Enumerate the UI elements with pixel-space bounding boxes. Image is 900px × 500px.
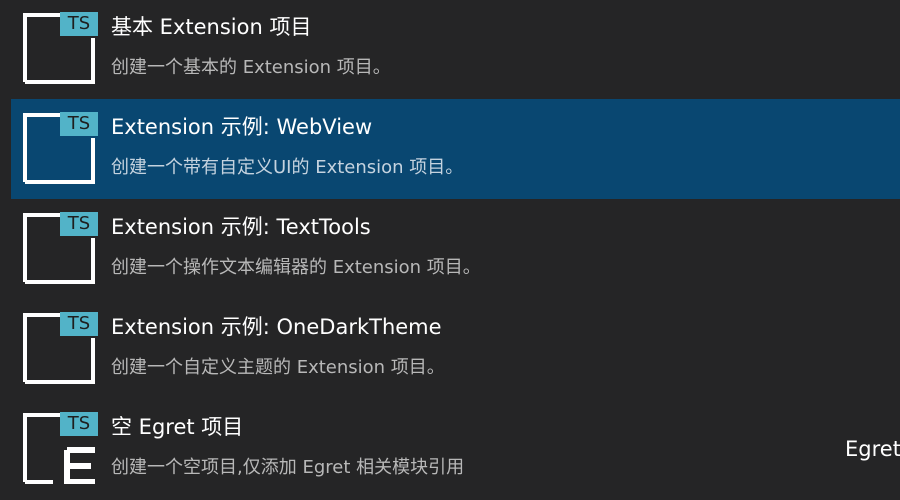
template-item-selected[interactable]: TS Extension 示例: WebView 创建一个带有自定义UI的 Ex… [11,99,900,199]
item-description: 创建一个自定义主题的 Extension 项目。 [111,357,445,378]
item-title: 基本 Extension 项目 [111,15,312,39]
ts-file-icon: TS [23,12,98,84]
ts-badge: TS [60,212,98,236]
item-description: 创建一个基本的 Extension 项目。 [111,57,391,78]
ts-file-icon: TS [23,312,98,384]
egret-ts-file-icon: TS [23,412,98,484]
item-title: Extension 示例: TextTools [111,215,371,239]
item-title: Extension 示例: OneDarkTheme [111,315,442,339]
template-list: TS 基本 Extension 项目 创建一个基本的 Extension 项目。… [0,0,900,500]
item-description: 创建一个空项目,仅添加 Egret 相关模块引用 [111,457,465,478]
item-description: 创建一个带有自定义UI的 Extension 项目。 [111,157,464,178]
ts-badge: TS [60,112,98,136]
ts-badge: TS [60,12,98,36]
ts-file-icon: TS [23,212,98,284]
template-item[interactable]: TS 空 Egret 项目 创建一个空项目,仅添加 Egret 相关模块引用 [11,399,900,499]
ts-badge: TS [60,412,98,436]
ts-file-icon: TS [23,112,98,184]
item-description: 创建一个操作文本编辑器的 Extension 项目。 [111,257,481,278]
template-item[interactable]: TS Extension 示例: OneDarkTheme 创建一个自定义主题的… [11,299,900,399]
ts-badge: TS [60,312,98,336]
template-item[interactable]: TS Extension 示例: TextTools 创建一个操作文本编辑器的 … [11,199,900,299]
item-title: 空 Egret 项目 [111,415,244,439]
template-item[interactable]: TS 基本 Extension 项目 创建一个基本的 Extension 项目。 [11,0,900,99]
egret-side-label: Egret [845,437,900,461]
item-title: Extension 示例: WebView [111,115,373,139]
app-window: TS 基本 Extension 项目 创建一个基本的 Extension 项目。… [0,0,900,500]
